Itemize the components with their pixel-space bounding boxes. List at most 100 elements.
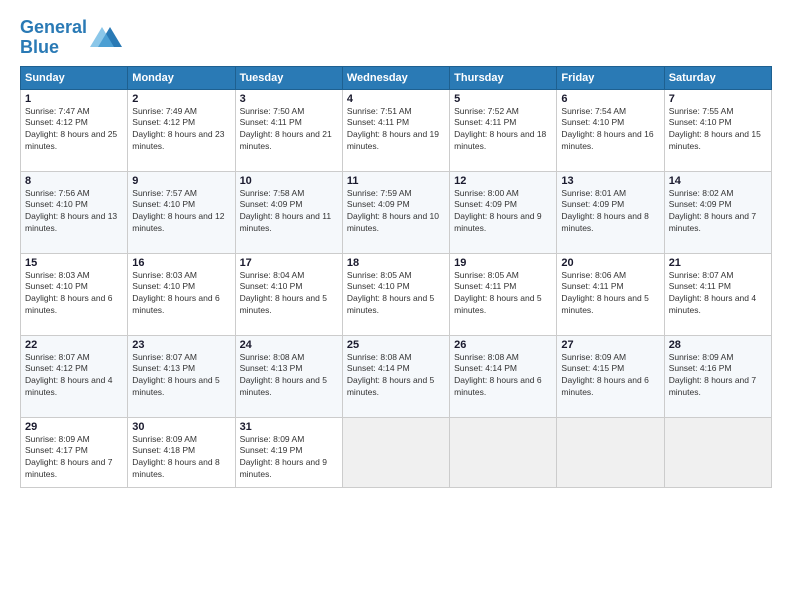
day-info: Sunrise: 8:04 AMSunset: 4:10 PMDaylight:… [240,270,338,318]
day-info: Sunrise: 7:55 AMSunset: 4:10 PMDaylight:… [669,106,767,154]
day-number: 13 [561,175,659,187]
day-info: Sunrise: 8:01 AMSunset: 4:09 PMDaylight:… [561,188,659,236]
calendar-cell [450,417,557,487]
calendar-week-row: 1Sunrise: 7:47 AMSunset: 4:12 PMDaylight… [21,89,772,171]
day-number: 21 [669,257,767,269]
day-info: Sunrise: 8:03 AMSunset: 4:10 PMDaylight:… [132,270,230,318]
day-number: 16 [132,257,230,269]
calendar-cell: 22Sunrise: 8:07 AMSunset: 4:12 PMDayligh… [21,335,128,417]
day-info: Sunrise: 7:56 AMSunset: 4:10 PMDaylight:… [25,188,123,236]
day-info: Sunrise: 7:59 AMSunset: 4:09 PMDaylight:… [347,188,445,236]
day-number: 30 [132,421,230,433]
day-number: 14 [669,175,767,187]
day-info: Sunrise: 8:08 AMSunset: 4:13 PMDaylight:… [240,352,338,400]
logo-icon [90,23,122,51]
day-number: 17 [240,257,338,269]
calendar-cell: 2Sunrise: 7:49 AMSunset: 4:12 PMDaylight… [128,89,235,171]
calendar-cell: 10Sunrise: 7:58 AMSunset: 4:09 PMDayligh… [235,171,342,253]
calendar-cell: 8Sunrise: 7:56 AMSunset: 4:10 PMDaylight… [21,171,128,253]
calendar-cell: 12Sunrise: 8:00 AMSunset: 4:09 PMDayligh… [450,171,557,253]
day-info: Sunrise: 8:06 AMSunset: 4:11 PMDaylight:… [561,270,659,318]
calendar-cell: 27Sunrise: 8:09 AMSunset: 4:15 PMDayligh… [557,335,664,417]
logo-text-blue: Blue [20,38,87,58]
calendar-cell: 5Sunrise: 7:52 AMSunset: 4:11 PMDaylight… [450,89,557,171]
day-info: Sunrise: 7:54 AMSunset: 4:10 PMDaylight:… [561,106,659,154]
day-number: 2 [132,93,230,105]
day-number: 19 [454,257,552,269]
day-number: 3 [240,93,338,105]
calendar-cell: 21Sunrise: 8:07 AMSunset: 4:11 PMDayligh… [664,253,771,335]
calendar-cell [342,417,449,487]
weekday-header: Tuesday [235,66,342,89]
calendar-cell: 15Sunrise: 8:03 AMSunset: 4:10 PMDayligh… [21,253,128,335]
day-number: 27 [561,339,659,351]
calendar-cell: 31Sunrise: 8:09 AMSunset: 4:19 PMDayligh… [235,417,342,487]
calendar-cell: 29Sunrise: 8:09 AMSunset: 4:17 PMDayligh… [21,417,128,487]
logo: General Blue [20,18,122,58]
day-number: 7 [669,93,767,105]
calendar-week-row: 29Sunrise: 8:09 AMSunset: 4:17 PMDayligh… [21,417,772,487]
day-info: Sunrise: 8:05 AMSunset: 4:10 PMDaylight:… [347,270,445,318]
day-info: Sunrise: 7:57 AMSunset: 4:10 PMDaylight:… [132,188,230,236]
day-info: Sunrise: 8:00 AMSunset: 4:09 PMDaylight:… [454,188,552,236]
day-number: 15 [25,257,123,269]
day-info: Sunrise: 7:49 AMSunset: 4:12 PMDaylight:… [132,106,230,154]
calendar-cell: 11Sunrise: 7:59 AMSunset: 4:09 PMDayligh… [342,171,449,253]
day-info: Sunrise: 8:02 AMSunset: 4:09 PMDaylight:… [669,188,767,236]
day-number: 8 [25,175,123,187]
calendar-cell: 17Sunrise: 8:04 AMSunset: 4:10 PMDayligh… [235,253,342,335]
calendar-cell: 20Sunrise: 8:06 AMSunset: 4:11 PMDayligh… [557,253,664,335]
page: General Blue SundayMondayTuesdayWednesda… [0,0,792,612]
day-info: Sunrise: 8:09 AMSunset: 4:17 PMDaylight:… [25,434,123,482]
day-number: 20 [561,257,659,269]
day-number: 1 [25,93,123,105]
day-info: Sunrise: 8:07 AMSunset: 4:11 PMDaylight:… [669,270,767,318]
day-number: 25 [347,339,445,351]
day-info: Sunrise: 8:09 AMSunset: 4:15 PMDaylight:… [561,352,659,400]
calendar-cell: 4Sunrise: 7:51 AMSunset: 4:11 PMDaylight… [342,89,449,171]
day-info: Sunrise: 8:09 AMSunset: 4:19 PMDaylight:… [240,434,338,482]
calendar-cell: 18Sunrise: 8:05 AMSunset: 4:10 PMDayligh… [342,253,449,335]
calendar-cell: 16Sunrise: 8:03 AMSunset: 4:10 PMDayligh… [128,253,235,335]
day-info: Sunrise: 8:05 AMSunset: 4:11 PMDaylight:… [454,270,552,318]
calendar-cell: 1Sunrise: 7:47 AMSunset: 4:12 PMDaylight… [21,89,128,171]
calendar-cell: 7Sunrise: 7:55 AMSunset: 4:10 PMDaylight… [664,89,771,171]
weekday-header: Saturday [664,66,771,89]
day-info: Sunrise: 8:08 AMSunset: 4:14 PMDaylight:… [454,352,552,400]
weekday-header: Monday [128,66,235,89]
weekday-header: Thursday [450,66,557,89]
calendar-cell: 6Sunrise: 7:54 AMSunset: 4:10 PMDaylight… [557,89,664,171]
day-number: 31 [240,421,338,433]
day-number: 18 [347,257,445,269]
day-info: Sunrise: 8:03 AMSunset: 4:10 PMDaylight:… [25,270,123,318]
calendar-cell [664,417,771,487]
day-info: Sunrise: 7:58 AMSunset: 4:09 PMDaylight:… [240,188,338,236]
day-number: 10 [240,175,338,187]
calendar-week-row: 15Sunrise: 8:03 AMSunset: 4:10 PMDayligh… [21,253,772,335]
day-number: 11 [347,175,445,187]
day-info: Sunrise: 7:51 AMSunset: 4:11 PMDaylight:… [347,106,445,154]
calendar-cell: 3Sunrise: 7:50 AMSunset: 4:11 PMDaylight… [235,89,342,171]
day-info: Sunrise: 8:09 AMSunset: 4:18 PMDaylight:… [132,434,230,482]
calendar-cell [557,417,664,487]
calendar-cell: 24Sunrise: 8:08 AMSunset: 4:13 PMDayligh… [235,335,342,417]
day-number: 28 [669,339,767,351]
weekday-header: Sunday [21,66,128,89]
day-info: Sunrise: 8:07 AMSunset: 4:12 PMDaylight:… [25,352,123,400]
calendar-week-row: 22Sunrise: 8:07 AMSunset: 4:12 PMDayligh… [21,335,772,417]
calendar-cell: 9Sunrise: 7:57 AMSunset: 4:10 PMDaylight… [128,171,235,253]
calendar-cell: 30Sunrise: 8:09 AMSunset: 4:18 PMDayligh… [128,417,235,487]
day-number: 29 [25,421,123,433]
day-info: Sunrise: 8:09 AMSunset: 4:16 PMDaylight:… [669,352,767,400]
day-number: 4 [347,93,445,105]
calendar-header-row: SundayMondayTuesdayWednesdayThursdayFrid… [21,66,772,89]
calendar-cell: 13Sunrise: 8:01 AMSunset: 4:09 PMDayligh… [557,171,664,253]
calendar-week-row: 8Sunrise: 7:56 AMSunset: 4:10 PMDaylight… [21,171,772,253]
day-number: 12 [454,175,552,187]
day-number: 26 [454,339,552,351]
day-info: Sunrise: 8:07 AMSunset: 4:13 PMDaylight:… [132,352,230,400]
calendar-cell: 28Sunrise: 8:09 AMSunset: 4:16 PMDayligh… [664,335,771,417]
calendar-cell: 23Sunrise: 8:07 AMSunset: 4:13 PMDayligh… [128,335,235,417]
header: General Blue [20,18,772,58]
weekday-header: Wednesday [342,66,449,89]
